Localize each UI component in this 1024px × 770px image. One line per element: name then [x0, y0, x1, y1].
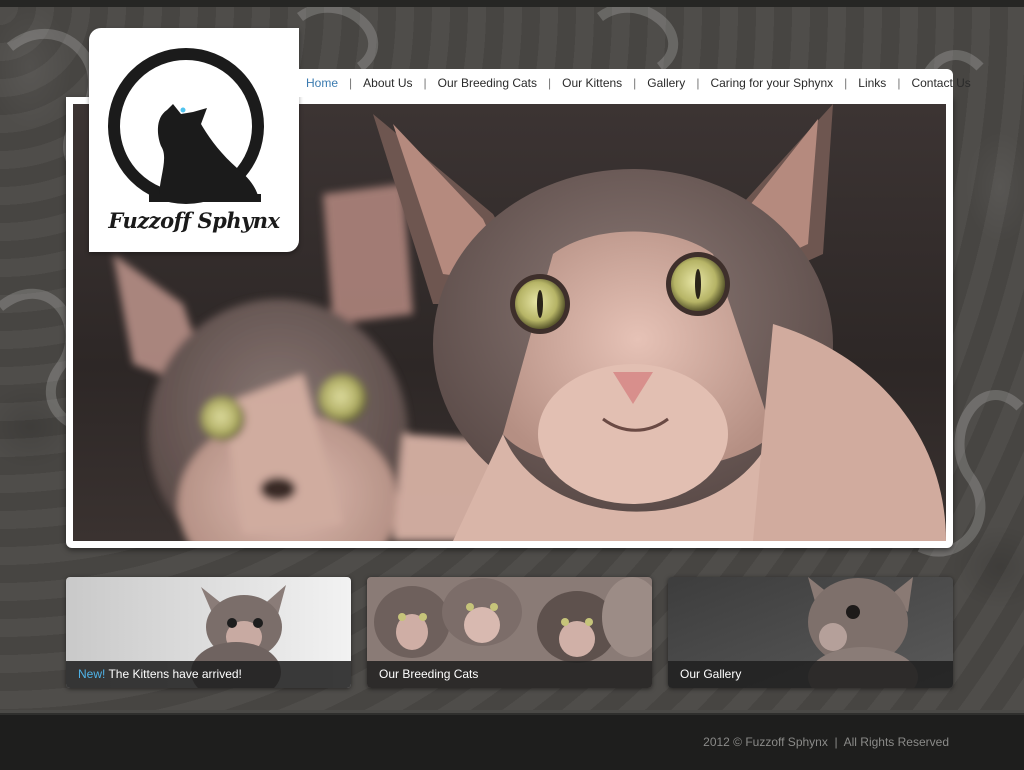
nav-separator: | — [423, 76, 427, 90]
nav-separator: | — [349, 76, 353, 90]
card-breeding-cats[interactable]: Our Breeding Cats — [367, 577, 652, 688]
nav-separator: | — [844, 76, 848, 90]
top-bar — [0, 0, 1024, 7]
logo-text: Fuzzoff Sphynx — [108, 208, 280, 233]
nav-item-kittens[interactable]: Our Kittens — [562, 76, 622, 90]
site-logo[interactable]: Fuzzoff Sphynx — [89, 28, 299, 252]
nav-item-caring[interactable]: Caring for your Sphynx — [710, 76, 833, 90]
nav-separator: | — [633, 76, 637, 90]
nav-separator: | — [696, 76, 700, 90]
sphynx-cat-logo-icon — [108, 48, 264, 204]
nav-item-breeding-cats[interactable]: Our Breeding Cats — [438, 76, 537, 90]
nav-item-links[interactable]: Links — [858, 76, 886, 90]
nav-item-home[interactable]: Home — [306, 76, 338, 90]
nav-separator: | — [897, 76, 901, 90]
nav-item-gallery[interactable]: Gallery — [647, 76, 685, 90]
nav-separator: | — [548, 76, 552, 90]
card-label: The Kittens have arrived! — [108, 667, 242, 681]
card-gallery[interactable]: Our Gallery — [668, 577, 953, 688]
copyright-text: 2012 © Fuzzoff Sphynx | All Rights Reser… — [703, 735, 949, 749]
nav-item-contact-us[interactable]: Contact Us — [911, 76, 970, 90]
footer: 2012 © Fuzzoff Sphynx | All Rights Reser… — [0, 713, 1024, 770]
nav-item-about-us[interactable]: About Us — [363, 76, 412, 90]
card-caption: New! The Kittens have arrived! — [66, 661, 351, 688]
card-caption: Our Breeding Cats — [367, 661, 652, 688]
new-badge: New! — [78, 667, 106, 681]
main-nav: Home | About Us | Our Breeding Cats | Ou… — [296, 69, 971, 97]
card-caption: Our Gallery — [668, 661, 953, 688]
card-kittens[interactable]: New! The Kittens have arrived! — [66, 577, 351, 688]
